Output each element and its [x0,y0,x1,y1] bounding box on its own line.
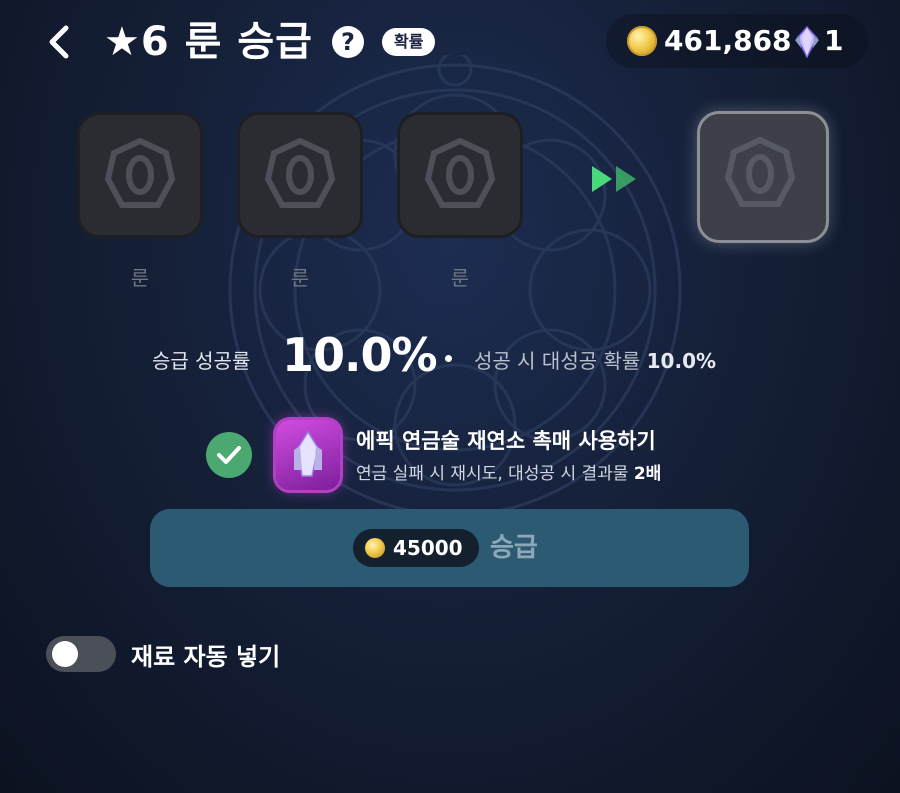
auto-fill-toggle[interactable] [46,636,116,672]
catalyst-title: 에픽 연금술 재연소 촉매 사용하기 [356,429,656,453]
rune-placeholder-icon [264,137,336,208]
rune-placeholder-icon [724,136,796,207]
help-button[interactable]: ? [332,26,364,58]
success-rate-value: 10.0% [282,328,438,382]
gold-coin-icon [627,26,657,56]
slot-label: 룬 [290,266,310,290]
catalyst-desc-value: 2배 [633,464,662,484]
catalyst-desc-text: 연금 실패 시 재시도, 대성공 시 결과물 [356,464,629,484]
material-slot-1[interactable] [77,112,203,238]
gold-amount: 461,868 [664,24,792,57]
rune-placeholder-icon [104,137,176,208]
currency-display: 461,868 1 [606,14,868,68]
success-rate-label: 승급 성공률 [152,349,251,373]
material-slot-2[interactable] [237,112,363,238]
catalyst-item-icon [276,420,340,490]
material-slot-3[interactable] [397,112,523,238]
rune-placeholder-icon [424,137,496,208]
checkmark-icon [217,446,241,464]
toggle-knob [52,641,78,667]
slot-label: 룬 [130,266,150,290]
slot-label: 룬 [450,266,470,290]
gold-coin-icon [365,538,385,558]
cost-pill: 45000 [353,529,479,567]
page-title: ★6 룬 승급 [104,19,313,65]
catalyst-checkbox[interactable] [206,432,252,478]
catalyst-description: 연금 실패 시 재시도, 대성공 시 결과물 2배 [356,459,661,484]
upgrade-cost: 45000 [393,536,463,560]
separator-dot [445,355,452,362]
upgrade-button[interactable]: 45000 승급 [150,509,749,587]
great-success-label: 성공 시 대성공 확률 [474,349,641,373]
auto-fill-label: 재료 자동 넣기 [131,643,281,671]
crystal-icon [795,26,819,58]
crystal-cluster-icon [294,430,322,477]
upgrade-button-label: 승급 [490,533,538,563]
crystal-amount: 1 [824,24,844,57]
fast-forward-arrow-icon [592,166,636,192]
back-button[interactable] [40,22,80,62]
probability-badge[interactable]: 확률 [382,28,436,56]
success-rate-row: 승급 성공률 10.0% 성공 시 대성공 확률 10.0% [0,328,900,390]
great-success-info: 성공 시 대성공 확률 10.0% [474,345,716,374]
result-slot[interactable] [697,111,829,243]
great-success-value: 10.0% [646,349,717,373]
